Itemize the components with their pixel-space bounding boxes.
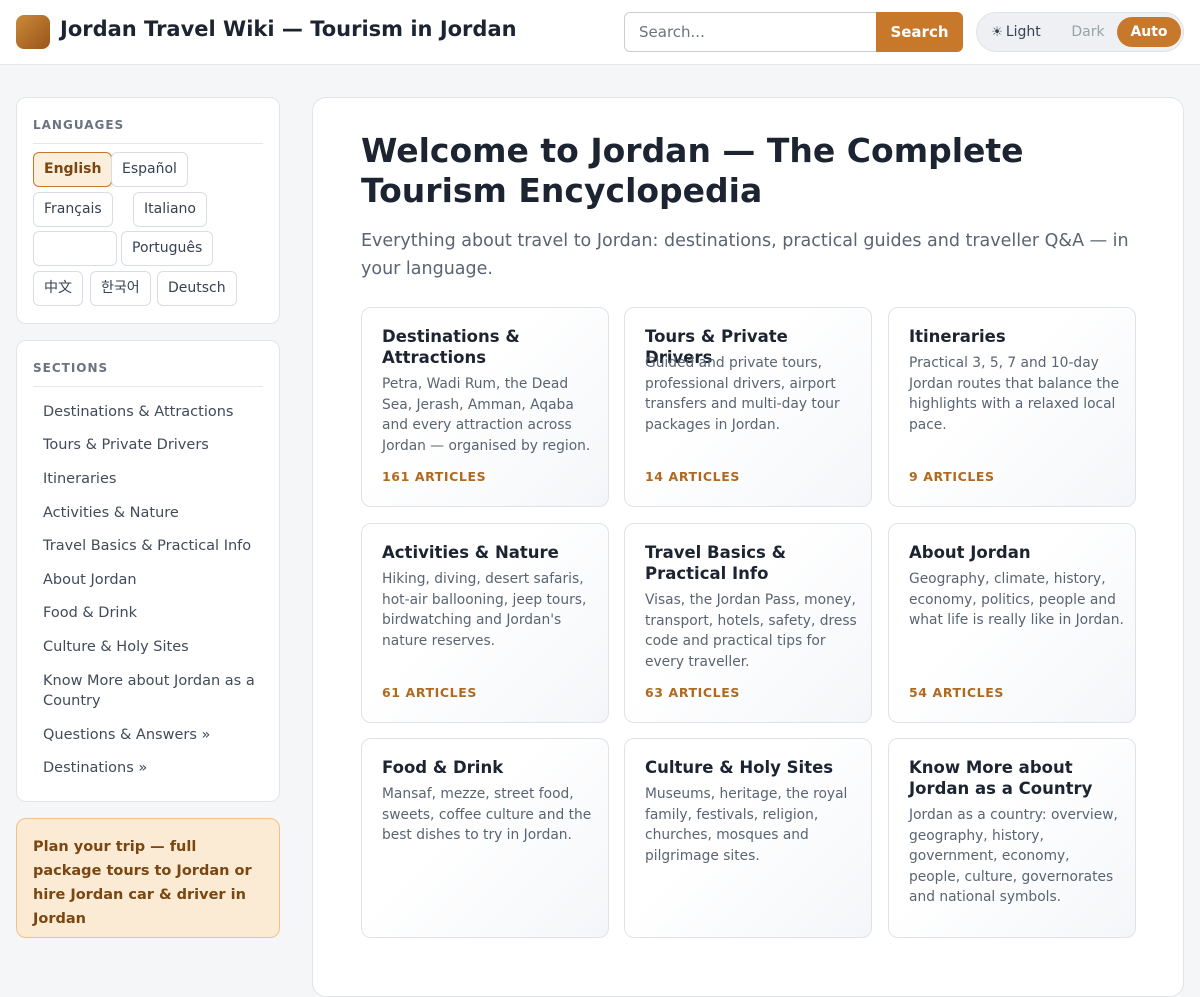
card-article-count: 14 ARTICLES <box>645 469 740 484</box>
page-title: Welcome to Jordan — The Complete Tourism… <box>361 131 1024 210</box>
card-about-jordan[interactable]: About Jordan Geography, climate, history… <box>888 523 1136 723</box>
languages-panel: LANGUAGES English Español Français Itali… <box>16 97 280 324</box>
card-travel-basics[interactable]: Travel Basics & Practical Info Visas, th… <box>624 523 872 723</box>
card-title: Travel Basics & Practical Info <box>645 543 786 583</box>
card-title: Culture & Holy Sites <box>645 758 834 777</box>
sun-icon: ☀ <box>991 25 1003 40</box>
section-link-about-jordan[interactable]: About Jordan <box>43 570 269 590</box>
lang-english[interactable]: English <box>33 152 113 187</box>
section-link-destinations-more[interactable]: Destinations » <box>43 758 269 778</box>
card-article-count: 161 ARTICLES <box>382 469 487 484</box>
site-title[interactable]: Jordan Travel Wiki — Tourism in Jordan <box>60 17 517 41</box>
sections-panel: SECTIONS Destinations & Attractions Tour… <box>16 340 280 802</box>
lang-italiano[interactable]: Italiano <box>133 192 207 227</box>
lang-blank[interactable] <box>33 231 117 266</box>
card-itineraries[interactable]: Itineraries Practical 3, 5, 7 and 10-day… <box>888 307 1136 507</box>
lang-portugues[interactable]: Português <box>121 231 214 266</box>
site-logo[interactable] <box>16 15 50 49</box>
lang-espanol[interactable]: Español <box>111 152 188 187</box>
theme-light-option[interactable]: ☀ Light <box>983 17 1049 47</box>
card-tours[interactable]: Tours & Private Drivers Guided and priva… <box>624 307 872 507</box>
theme-auto-option[interactable]: Auto <box>1117 17 1181 47</box>
card-article-count: 9 ARTICLES <box>909 469 995 484</box>
promo-box[interactable]: Plan your trip — full package tours to J… <box>16 818 280 938</box>
card-destinations[interactable]: Destinations & Attractions Petra, Wadi R… <box>361 307 609 507</box>
card-description: Petra, Wadi Rum, the Dead Sea, Jerash, A… <box>382 376 591 454</box>
lang-deutsch[interactable]: Deutsch <box>157 271 237 306</box>
page-lead: Everything about travel to Jordan: desti… <box>361 231 1129 279</box>
theme-toggle: ☀ Light Dark Auto <box>976 12 1184 52</box>
card-article-count: 61 ARTICLES <box>382 685 477 700</box>
section-link-questions[interactable]: Questions & Answers » <box>43 725 269 745</box>
card-description: Visas, the Jordan Pass, money, transport… <box>645 592 857 670</box>
section-link-travel-basics[interactable]: Travel Basics & Practical Info <box>43 536 269 556</box>
card-activities[interactable]: Activities & Nature Hiking, diving, dese… <box>361 523 609 723</box>
sections-heading: SECTIONS <box>33 361 109 375</box>
section-link-destinations[interactable]: Destinations & Attractions <box>43 402 269 422</box>
section-link-activities[interactable]: Activities & Nature <box>43 503 269 523</box>
section-link-tours[interactable]: Tours & Private Drivers <box>43 435 269 455</box>
card-description: Practical 3, 5, 7 and 10-day Jordan rout… <box>909 355 1120 433</box>
promo-text[interactable]: Plan your trip — full package tours to J… <box>33 835 265 931</box>
card-description: Hiking, diving, desert safaris, hot-air … <box>382 571 587 649</box>
section-link-itineraries[interactable]: Itineraries <box>43 469 269 489</box>
card-title: Know More about Jordan as a Country <box>909 758 1093 798</box>
card-description: Guided and private tours, professional d… <box>645 355 840 433</box>
lang-francais[interactable]: Français <box>33 192 113 227</box>
card-description: Jordan as a country: overview, geography… <box>909 807 1118 905</box>
divider <box>33 386 263 387</box>
card-title: Food & Drink <box>382 758 504 777</box>
search-button[interactable]: Search <box>876 12 963 52</box>
card-title: Activities & Nature <box>382 543 559 562</box>
theme-dark-option[interactable]: Dark <box>1057 17 1119 47</box>
card-article-count: 54 ARTICLES <box>909 685 1004 700</box>
card-title: Destinations & Attractions <box>382 327 520 367</box>
main-content: Welcome to Jordan — The Complete Tourism… <box>312 97 1184 997</box>
card-know-more[interactable]: Know More about Jordan as a Country Jord… <box>888 738 1136 938</box>
card-article-count: 63 ARTICLES <box>645 685 740 700</box>
site-header: Jordan Travel Wiki — Tourism in Jordan S… <box>0 0 1200 65</box>
section-link-culture[interactable]: Culture & Holy Sites <box>43 637 269 657</box>
lang-chinese[interactable]: 中文 <box>33 271 83 306</box>
languages-heading: LANGUAGES <box>33 118 125 132</box>
section-link-food-drink[interactable]: Food & Drink <box>43 603 269 623</box>
search-input[interactable] <box>624 12 878 52</box>
card-food-drink[interactable]: Food & Drink Mansaf, mezze, street food,… <box>361 738 609 938</box>
card-description: Mansaf, mezze, street food, sweets, coff… <box>382 786 592 843</box>
section-link-know-more[interactable]: Know More about Jordan as a Country <box>43 671 269 711</box>
card-title: About Jordan <box>909 543 1031 562</box>
card-title: Itineraries <box>909 327 1006 346</box>
divider <box>33 143 263 144</box>
card-description: Geography, climate, history, economy, po… <box>909 571 1124 628</box>
card-culture[interactable]: Culture & Holy Sites Museums, heritage, … <box>624 738 872 938</box>
card-description: Museums, heritage, the royal family, fes… <box>645 786 848 864</box>
lang-korean[interactable]: 한국어 <box>90 271 151 306</box>
theme-light-label: Light <box>1005 24 1041 40</box>
